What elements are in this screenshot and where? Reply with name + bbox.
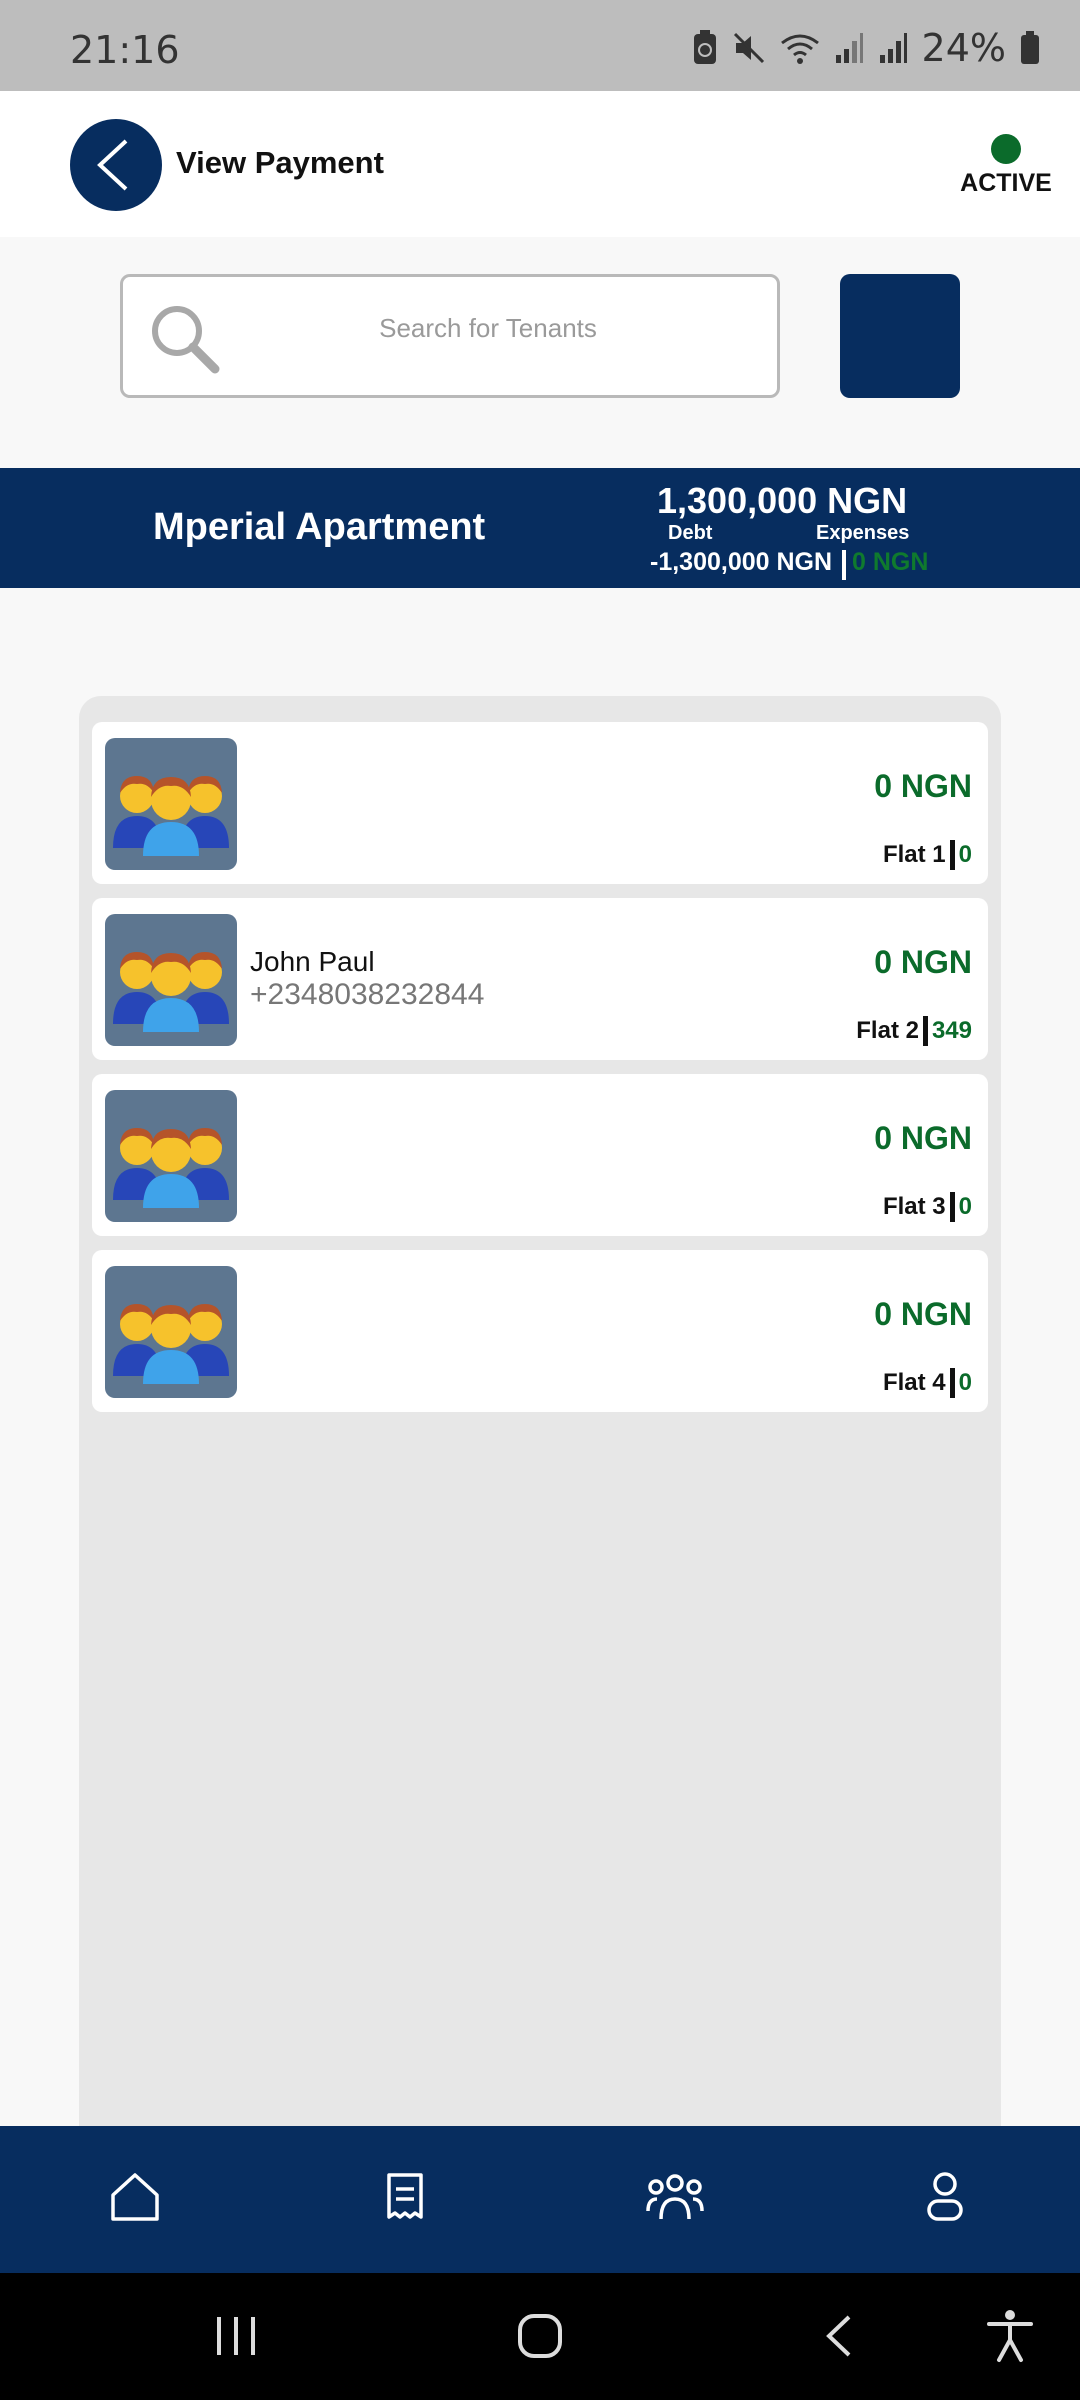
flat-name: Flat 1	[882, 841, 946, 868]
tenant-card[interactable]: 0 NGN Flat 1 0	[92, 722, 988, 884]
flat-divider	[949, 1368, 955, 1398]
flat-info: Flat 4 0	[883, 1368, 972, 1398]
flat-name: Flat 4	[882, 1369, 946, 1396]
signal-icon	[835, 33, 863, 63]
home-circle-icon	[518, 2314, 562, 2358]
battery-saver-icon	[693, 30, 716, 64]
property-total: 1,300,000 NGN	[657, 480, 908, 521]
tenant-amount: 0 NGN	[874, 1296, 972, 1332]
divider	[842, 550, 846, 580]
flat-name: Flat 3	[882, 1193, 946, 1220]
tenant-amount: 0 NGN	[874, 768, 972, 804]
tenant-amount: 0 NGN	[874, 1120, 972, 1156]
mute-icon	[733, 32, 764, 64]
group-people-icon	[113, 776, 229, 856]
accessibility-icon	[987, 2310, 1033, 2362]
flat-divider	[922, 1016, 928, 1046]
group-people-icon	[113, 1128, 229, 1208]
filter-button[interactable]	[840, 274, 960, 398]
status-time: 21:16	[70, 28, 180, 72]
bottom-navigation	[0, 2126, 1080, 2273]
expenses-value: 0 NGN	[852, 548, 929, 576]
flat-value: 0	[958, 1193, 972, 1220]
property-summary: Mperial Apartment 1,300,000 NGN Debt Exp…	[0, 468, 1080, 588]
back-button[interactable]	[70, 119, 162, 211]
chevron-left-icon	[97, 139, 128, 191]
tenant-list: 0 NGN Flat 1 0 John Paul +2348038232844 …	[79, 696, 1001, 2126]
recent-apps-icon	[217, 2317, 255, 2355]
flat-divider	[949, 840, 955, 870]
nav-tenants[interactable]	[630, 2152, 720, 2242]
tenant-card[interactable]: 0 NGN Flat 4 0	[92, 1250, 988, 1412]
status-bar: 21:16 24%	[0, 0, 1080, 91]
search-bar[interactable]	[120, 274, 780, 398]
battery-percent: 24%	[921, 26, 1006, 70]
back-chevron-icon	[826, 2315, 851, 2357]
nav-home[interactable]	[90, 2152, 180, 2242]
tenant-avatar	[105, 914, 237, 1046]
debt-label: Debt	[668, 522, 713, 544]
property-name: Mperial Apartment	[153, 506, 486, 548]
nav-profile[interactable]	[900, 2152, 990, 2242]
flat-value: 0	[958, 1369, 972, 1396]
home-icon	[111, 2173, 159, 2221]
search-input[interactable]	[233, 313, 743, 344]
page-title: View Payment	[176, 145, 384, 180]
profile-icon	[927, 2172, 963, 2221]
group-people-icon	[113, 952, 229, 1032]
accessibility-button[interactable]	[970, 2301, 1050, 2371]
tenant-card[interactable]: 0 NGN Flat 3 0	[92, 1074, 988, 1236]
wifi-icon	[780, 34, 819, 64]
signal-icon	[879, 33, 907, 63]
app-header: View Payment ACTIVE	[0, 91, 1080, 237]
flat-info: Flat 2 349	[856, 1016, 972, 1046]
tenants-icon	[646, 2174, 704, 2220]
flat-value: 0	[958, 841, 972, 868]
tenant-card[interactable]: John Paul +2348038232844 0 NGN Flat 2 34…	[92, 898, 988, 1060]
flat-value: 349	[931, 1017, 972, 1044]
recent-apps-button[interactable]	[196, 2301, 276, 2371]
status-label: ACTIVE	[960, 169, 1052, 197]
nav-payments[interactable]	[360, 2152, 450, 2242]
group-people-icon	[113, 1304, 229, 1384]
receipt-icon	[387, 2173, 423, 2219]
search-icon	[152, 306, 220, 374]
status-dot	[991, 134, 1021, 164]
tenant-avatar	[105, 738, 237, 870]
battery-icon	[1021, 31, 1039, 64]
tenant-amount: 0 NGN	[874, 944, 972, 980]
flat-info: Flat 3 0	[883, 1192, 972, 1222]
tenant-avatar	[105, 1090, 237, 1222]
debt-value: -1,300,000 NGN	[650, 548, 833, 576]
flat-info: Flat 1 0	[883, 840, 972, 870]
flat-divider	[949, 1192, 955, 1222]
expenses-label: Expenses	[816, 522, 910, 544]
home-button[interactable]	[500, 2301, 580, 2371]
back-system-button[interactable]	[800, 2301, 880, 2371]
tenant-name: John Paul	[250, 946, 375, 977]
tenant-phone: +2348038232844	[250, 978, 485, 1011]
tenant-avatar	[105, 1266, 237, 1398]
system-navigation-bar	[0, 2273, 1080, 2400]
status-icons: 24%	[692, 26, 1040, 70]
flat-name: Flat 2	[856, 1017, 919, 1044]
